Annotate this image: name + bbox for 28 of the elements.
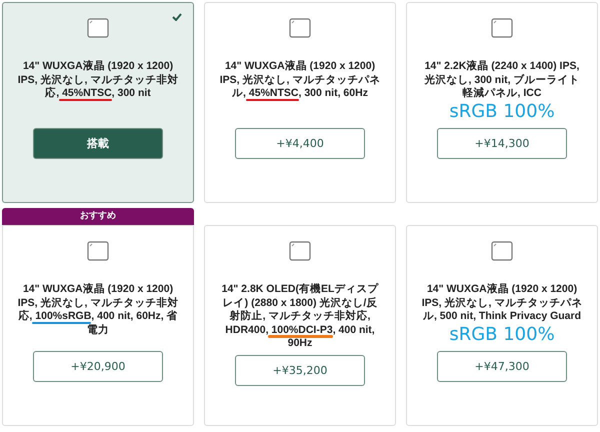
select-button[interactable]: +¥14,300	[437, 128, 567, 159]
option-card[interactable]: 14" WUXGA液晶 (1920 x 1200) IPS, 光沢なし, マルチタッチパネル, 500 nit, Think Privacy Guard sRGB 100% +¥47,300	[406, 225, 598, 426]
display-description: 14" WUXGA液晶 (1920 x 1200) IPS, 光沢なし, マルチタッチパネル, 500 nit, Think Privacy Guard	[420, 283, 584, 324]
display-description: 14" 2.8K OLED(有機ELディスプレイ) (2880 x 1800) 光沢なし/反射防止, マルチタッチ非対応, HDR400, 100%DCI-P3, 400 nit, 90Hz	[220, 283, 380, 350]
select-button[interactable]: +¥35,200	[235, 354, 365, 386]
display-description: 14" WUXGA液晶 (1920 x 1200) IPS, 光沢なし, マルチタッチ非対応, 100%sRGB, 400 nit, 60Hz, 省電力	[16, 283, 180, 337]
select-button[interactable]: +¥47,300	[437, 351, 567, 382]
select-button[interactable]: 搭載	[33, 128, 163, 159]
image-icon	[87, 241, 109, 261]
image-icon	[491, 241, 513, 261]
option-card[interactable]: 14" WUXGA液晶 (1920 x 1200) IPS, 光沢なし, マルチタッチパネル, 45%NTSC, 300 nit, 60Hz +¥4,400	[204, 2, 396, 203]
recommend-banner: おすすめ	[2, 208, 194, 225]
display-description: 14" 2.2K液晶 (2240 x 1400) IPS, 光沢なし, 300 nit, ブルーライト軽減パネル, ICC	[423, 60, 580, 100]
display-description: 14" WUXGA液晶 (1920 x 1200) IPS, 光沢なし, マルチタッチパネル, 45%NTSC, 300 nit, 60Hz	[218, 60, 382, 100]
select-button[interactable]: +¥4,400	[235, 128, 365, 159]
checkmark-icon	[172, 13, 182, 21]
select-button[interactable]: +¥20,900	[33, 351, 163, 382]
image-icon	[289, 18, 311, 38]
image-icon	[289, 241, 311, 261]
image-icon	[491, 18, 513, 38]
image-icon	[87, 18, 109, 38]
option-card[interactable]: 14" 2.8K OLED(有機ELディスプレイ) (2880 x 1800) 光沢なし/反射防止, マルチタッチ非対応, HDR400, 100%DCI-P3, 400 nit, 90Hz +¥35,200	[204, 225, 396, 426]
option-card[interactable]: 14" WUXGA液晶 (1920 x 1200) IPS, 光沢なし, マルチタッチ非対応, 100%sRGB, 400 nit, 60Hz, 省電力 +¥20,900	[2, 225, 194, 426]
display-description: 14" WUXGA液晶 (1920 x 1200) IPS, 光沢なし, マルチタッチ非対応, 45%NTSC, 300 nit	[16, 60, 180, 100]
annotation-text: sRGB 100%	[449, 324, 555, 344]
annotation-text: sRGB 100%	[449, 102, 555, 122]
option-card[interactable]: 14" WUXGA液晶 (1920 x 1200) IPS, 光沢なし, マルチタッチ非対応, 45%NTSC, 300 nit 搭載	[2, 2, 194, 203]
option-card[interactable]: 14" 2.2K液晶 (2240 x 1400) IPS, 光沢なし, 300 nit, ブルーライト軽減パネル, ICC sRGB 100% +¥14,300	[406, 2, 598, 203]
